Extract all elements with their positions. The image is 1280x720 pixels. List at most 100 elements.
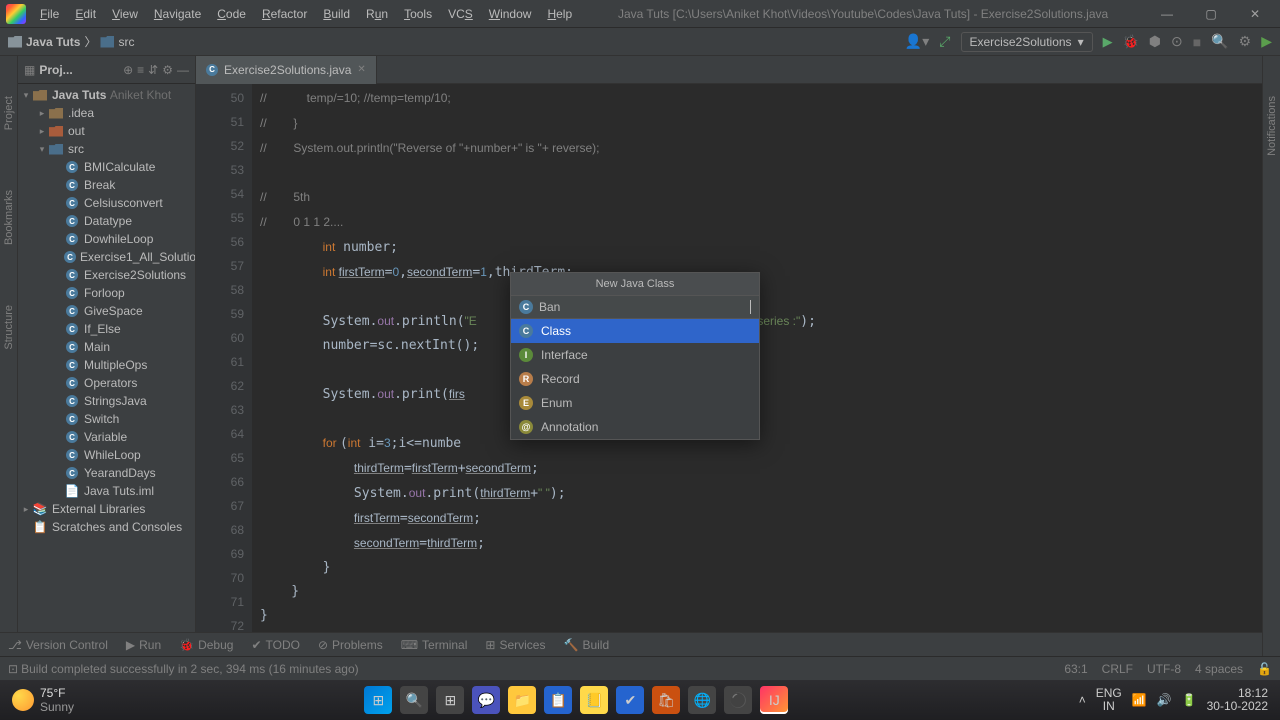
menu-navigate[interactable]: Navigate	[146, 7, 209, 21]
tree-out[interactable]: ▸out	[18, 122, 195, 140]
coverage-button[interactable]: ⬢	[1149, 33, 1161, 50]
tree-src[interactable]: ▾src	[18, 140, 195, 158]
indent[interactable]: 4 spaces	[1195, 662, 1243, 676]
tree-scratches[interactable]: 📋Scratches and Consoles	[18, 518, 195, 536]
task-view[interactable]: ⊞	[436, 686, 464, 714]
tree-file[interactable]: CForloop	[18, 284, 195, 302]
option-interface[interactable]: IInterface	[511, 343, 759, 367]
menu-view[interactable]: View	[104, 7, 146, 21]
expand-all-icon[interactable]: ≡	[137, 63, 144, 77]
version-control-tab[interactable]: ⎇Version Control	[8, 638, 108, 652]
status-icon[interactable]: ⊡	[8, 662, 18, 676]
line-separator[interactable]: CRLF	[1102, 662, 1133, 676]
terminal-tab[interactable]: ⌨Terminal	[401, 638, 468, 652]
build-icon[interactable]: ⤢	[939, 33, 950, 50]
hide-panel-icon[interactable]: —	[177, 63, 189, 77]
run-config-selector[interactable]: Exercise2Solutions▾	[961, 32, 1093, 52]
services-tab[interactable]: ⊞Services	[485, 638, 545, 652]
volume-icon[interactable]: 🔊	[1157, 693, 1172, 707]
tree-file[interactable]: CVariable	[18, 428, 195, 446]
line-gutter[interactable]: 5051525354555657585960616263646566676869…	[196, 84, 252, 632]
app-obs[interactable]: ⚫	[724, 686, 752, 714]
search-button[interactable]: 🔍	[400, 686, 428, 714]
menu-vcs[interactable]: VCS	[440, 7, 481, 21]
menu-build[interactable]: Build	[315, 7, 358, 21]
tree-file[interactable]: CDatatype	[18, 212, 195, 230]
option-class[interactable]: CClass	[511, 319, 759, 343]
learn-icon[interactable]: ▶	[1261, 33, 1272, 50]
tree-file[interactable]: COperators	[18, 374, 195, 392]
menu-edit[interactable]: Edit	[67, 7, 104, 21]
app-intellij[interactable]: IJ	[760, 686, 788, 714]
minimize-button[interactable]: —	[1146, 2, 1188, 26]
tree-file[interactable]: CBMICalculate	[18, 158, 195, 176]
language-indicator[interactable]: ENGIN	[1096, 687, 1122, 713]
app-todo2[interactable]: ✔	[616, 686, 644, 714]
tree-file[interactable]: CYearandDays	[18, 464, 195, 482]
tree-file[interactable]: CExercise1_All_Solutions	[18, 248, 195, 266]
menu-code[interactable]: Code	[209, 7, 254, 21]
start-button[interactable]: ⊞	[364, 686, 392, 714]
menu-help[interactable]: Help	[539, 7, 580, 21]
tree-file[interactable]: CExercise2Solutions	[18, 266, 195, 284]
collapse-all-icon[interactable]: ⇵	[148, 63, 158, 77]
tree-file[interactable]: CCelsiusconvert	[18, 194, 195, 212]
tree-file[interactable]: CStringsJava	[18, 392, 195, 410]
tree-file[interactable]: CBreak	[18, 176, 195, 194]
tree-file[interactable]: CIf_Else	[18, 320, 195, 338]
tree-file[interactable]: CDowhileLoop	[18, 230, 195, 248]
tree-file[interactable]: CGiveSpace	[18, 302, 195, 320]
bookmarks-tool-tab[interactable]: Bookmarks	[3, 190, 15, 245]
run-tab[interactable]: ▶Run	[126, 638, 161, 652]
tree-file[interactable]: CSwitch	[18, 410, 195, 428]
structure-tool-tab[interactable]: Structure	[3, 305, 15, 350]
project-tree[interactable]: ▾Java Tuts Aniket Khot ▸.idea ▸out ▾src …	[18, 84, 195, 632]
menu-file[interactable]: File	[32, 7, 67, 21]
tree-file[interactable]: CWhileLoop	[18, 446, 195, 464]
battery-icon[interactable]: 🔋	[1182, 693, 1197, 707]
stop-button[interactable]: ■	[1193, 34, 1201, 50]
profile-button[interactable]: ⊙	[1171, 33, 1183, 50]
tree-file[interactable]: CMain	[18, 338, 195, 356]
option-enum[interactable]: EEnum	[511, 391, 759, 415]
project-view-icon[interactable]: ▦	[24, 63, 35, 77]
app-explorer[interactable]: 📁	[508, 686, 536, 714]
caret-position[interactable]: 63:1	[1064, 662, 1087, 676]
search-icon[interactable]: 🔍	[1211, 33, 1228, 50]
build-tab[interactable]: 🔨Build	[563, 638, 609, 652]
breadcrumb[interactable]: Java Tuts 〉 src	[8, 33, 134, 50]
class-name-input[interactable]	[539, 300, 744, 314]
readonly-icon[interactable]: 🔓	[1257, 662, 1272, 676]
tree-file[interactable]: CMultipleOps	[18, 356, 195, 374]
problems-tab[interactable]: ⊘Problems	[318, 638, 383, 652]
option-record[interactable]: RRecord	[511, 367, 759, 391]
app-todo[interactable]: 📋	[544, 686, 572, 714]
menu-run[interactable]: Run	[358, 7, 396, 21]
notifications-tab[interactable]: Notifications	[1266, 96, 1278, 156]
tree-external-libs[interactable]: ▸📚External Libraries	[18, 500, 195, 518]
panel-settings-icon[interactable]: ⚙	[162, 63, 173, 77]
select-opened-icon[interactable]: ⊕	[123, 63, 133, 77]
app-store[interactable]: 🛍	[652, 686, 680, 714]
clock[interactable]: 18:1230-10-2022	[1207, 687, 1268, 713]
app-chrome[interactable]: 🌐	[688, 686, 716, 714]
encoding[interactable]: UTF-8	[1147, 662, 1181, 676]
tree-iml[interactable]: 📄Java Tuts.iml	[18, 482, 195, 500]
app-notes[interactable]: 📒	[580, 686, 608, 714]
user-icon[interactable]: 👤▾	[905, 33, 929, 50]
editor-tab[interactable]: C Exercise2Solutions.java ✕	[196, 56, 377, 84]
close-button[interactable]: ✕	[1234, 2, 1276, 26]
weather-widget[interactable]: 75°FSunny	[12, 686, 74, 714]
project-tool-tab[interactable]: Project	[3, 96, 15, 130]
tree-idea[interactable]: ▸.idea	[18, 104, 195, 122]
debug-tab[interactable]: 🐞Debug	[179, 638, 233, 652]
settings-icon[interactable]: ⚙	[1239, 33, 1252, 50]
menu-tools[interactable]: Tools	[396, 7, 440, 21]
option-annotation[interactable]: @Annotation	[511, 415, 759, 439]
menu-window[interactable]: Window	[481, 7, 540, 21]
tree-root[interactable]: ▾Java Tuts Aniket Khot	[18, 86, 195, 104]
debug-button[interactable]: 🐞	[1123, 34, 1139, 50]
app-teams[interactable]: 💬	[472, 686, 500, 714]
menu-refactor[interactable]: Refactor	[254, 7, 315, 21]
maximize-button[interactable]: ▢	[1190, 2, 1232, 26]
